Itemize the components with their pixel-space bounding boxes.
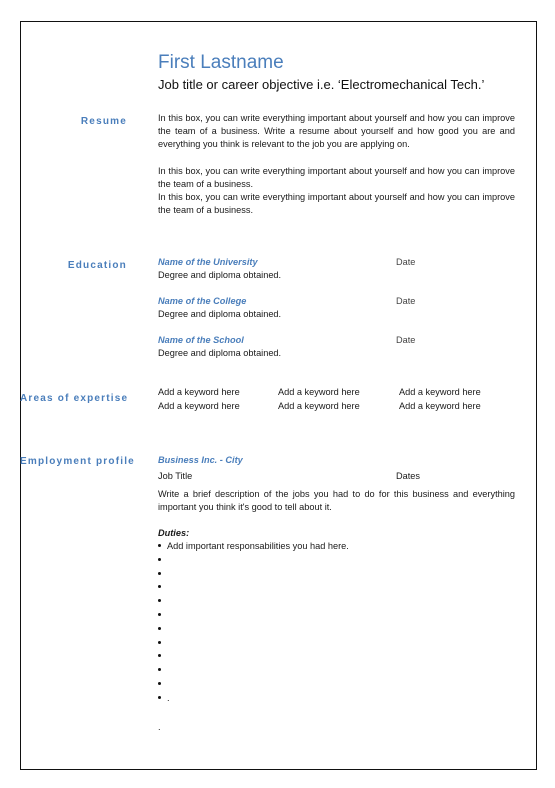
bullet-icon — [158, 544, 161, 548]
section-label-employment: Employment profile — [20, 456, 135, 467]
education-date[interactable]: Date — [396, 335, 415, 345]
employment-description[interactable]: Write a brief description of the jobs yo… — [158, 488, 515, 514]
duty-item[interactable] — [158, 596, 167, 606]
bullet-icon — [158, 654, 161, 658]
duty-item[interactable] — [158, 624, 167, 634]
keyword[interactable]: Add a keyword here — [399, 401, 481, 411]
keyword[interactable]: Add a keyword here — [399, 387, 481, 397]
duty-item[interactable] — [158, 569, 167, 579]
employment-job-title[interactable]: Job Title — [158, 470, 192, 483]
duty-item[interactable] — [158, 651, 167, 661]
duty-text: Add important responsabilities you had h… — [167, 541, 349, 551]
bullet-icon — [158, 695, 161, 699]
duty-item[interactable] — [158, 638, 167, 648]
keyword[interactable]: Add a keyword here — [158, 401, 240, 411]
bullet-icon — [158, 557, 161, 561]
duties-label: Duties: — [158, 528, 190, 538]
education-institution[interactable]: Name of the College — [158, 296, 246, 306]
duty-item[interactable] — [158, 610, 167, 620]
resume-paragraph-1[interactable]: In this box, you can write everything im… — [158, 112, 515, 152]
duty-item[interactable] — [158, 555, 167, 565]
trailing-mark: . — [158, 722, 161, 732]
bullet-icon — [158, 613, 161, 617]
education-date[interactable]: Date — [396, 257, 415, 267]
resume-paragraph-2b[interactable]: In this box, you can write everything im… — [158, 191, 515, 217]
education-degree[interactable]: Degree and diploma obtained. — [158, 347, 281, 360]
bullet-icon — [158, 571, 161, 575]
section-label-resume: Resume — [80, 116, 127, 127]
duty-item[interactable] — [158, 679, 167, 689]
section-label-expertise: Areas of expertise — [20, 393, 129, 404]
keyword[interactable]: Add a keyword here — [278, 401, 360, 411]
employment-company[interactable]: Business Inc. - City — [158, 455, 243, 465]
duty-item[interactable]: Add important responsabilities you had h… — [158, 541, 349, 551]
duty-item[interactable] — [158, 665, 167, 675]
education-date[interactable]: Date — [396, 296, 415, 306]
keyword[interactable]: Add a keyword here — [278, 387, 360, 397]
education-degree[interactable]: Degree and diploma obtained. — [158, 269, 281, 282]
keyword[interactable]: Add a keyword here — [158, 387, 240, 397]
bullet-icon — [158, 682, 161, 686]
section-label-education: Education — [67, 260, 127, 271]
duty-text: . — [167, 692, 170, 703]
education-degree[interactable]: Degree and diploma obtained. — [158, 308, 281, 321]
education-institution[interactable]: Name of the University — [158, 257, 258, 267]
education-institution[interactable]: Name of the School — [158, 335, 244, 345]
duty-item[interactable]: . — [158, 693, 170, 703]
bullet-icon — [158, 626, 161, 630]
bullet-icon — [158, 599, 161, 603]
duty-item[interactable] — [158, 582, 167, 592]
candidate-name[interactable]: First Lastname — [158, 52, 284, 74]
resume-paragraph-2a[interactable]: In this box, you can write everything im… — [158, 165, 515, 191]
bullet-icon — [158, 585, 161, 589]
employment-dates[interactable]: Dates — [396, 470, 420, 483]
career-objective[interactable]: Job title or career objective i.e. ‘Elec… — [158, 77, 484, 92]
bullet-icon — [158, 668, 161, 672]
bullet-icon — [158, 640, 161, 644]
